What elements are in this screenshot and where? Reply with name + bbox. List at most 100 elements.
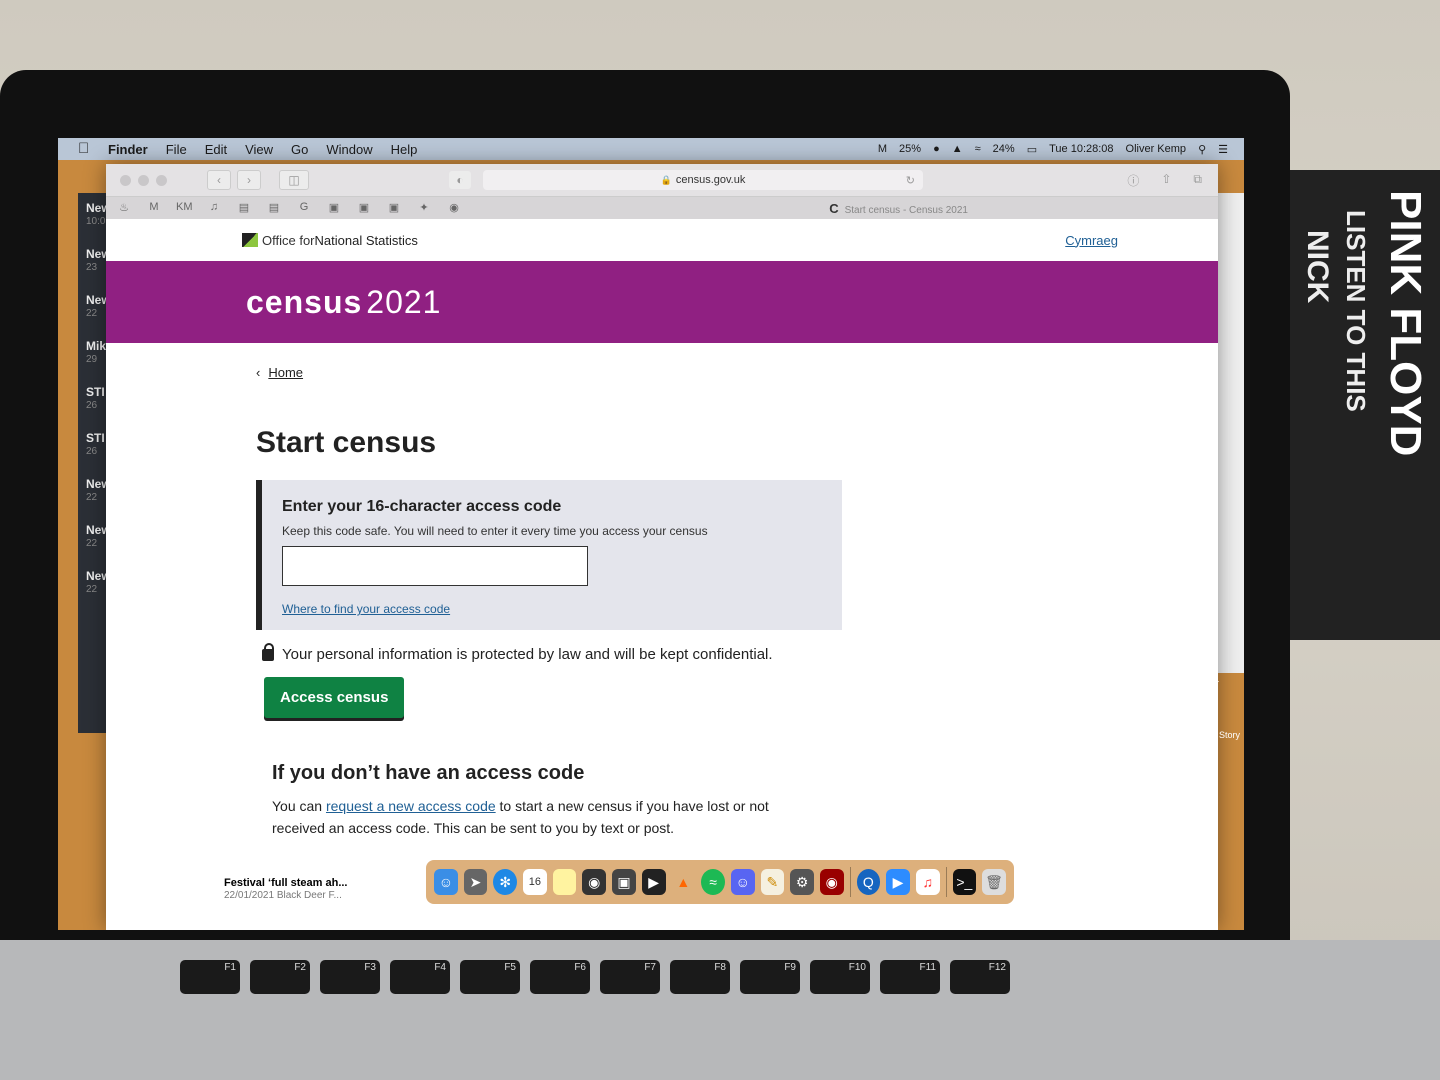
plus-bookmark-icon[interactable]: ▣ <box>386 201 402 215</box>
book-spine: NICK <box>1301 230 1334 304</box>
close-button[interactable] <box>120 174 131 186</box>
key: F3 <box>320 960 380 994</box>
plus-bookmark-icon[interactable]: ▣ <box>326 201 342 215</box>
desktop-file-label[interactable]: bin lorry.MOV <box>1138 790 1192 800</box>
mac-menubar:  Finder File Edit View Go Window Help M… <box>58 138 1244 160</box>
key: F6 <box>530 960 590 994</box>
user-name[interactable]: Oliver Kemp <box>1126 143 1187 155</box>
menu-help[interactable]: Help <box>391 142 418 157</box>
menu-edit[interactable]: Edit <box>205 142 227 157</box>
menu-view[interactable]: View <box>245 142 273 157</box>
key: F5 <box>460 960 520 994</box>
no-code-paragraph: You can request a new access code to sta… <box>272 798 769 836</box>
desktop-file[interactable]: BODYCAM.mov <box>208 914 276 924</box>
voice-memos-background <box>1218 193 1244 673</box>
menu-finder[interactable]: Finder <box>108 142 148 157</box>
desktop-file-label[interactable]: Liam Doyle - Story Time <box>1166 730 1244 750</box>
desktop-folder-label[interactable]: SOCIAL <box>1186 674 1219 684</box>
safari-icon[interactable]: ✻ <box>493 869 518 895</box>
key: F7 <box>600 960 660 994</box>
finder-icon[interactable]: ☺ <box>434 869 458 895</box>
privacy-shield-icon[interactable]: ◐ <box>449 171 471 189</box>
access-code-label: Enter your 16-character access code <box>282 498 562 515</box>
cpu-monitor[interactable]: 25% <box>899 143 921 155</box>
spotify-icon[interactable]: ≈ <box>701 869 725 895</box>
trash-icon[interactable]: 🗑 <box>982 869 1006 895</box>
find-access-code-link[interactable]: Where to find your access code <box>282 602 822 616</box>
tab-title[interactable]: C Start census - Census 2021 <box>829 201 968 216</box>
podcast-bookmark-icon[interactable]: ♫ <box>206 201 222 215</box>
vpn-icon[interactable]: ● <box>933 143 940 155</box>
reload-icon[interactable]: ↻ <box>906 174 915 187</box>
slack-bookmark-icon[interactable]: ✦ <box>416 201 432 215</box>
forward-button[interactable]: › <box>237 170 261 190</box>
zoom-icon[interactable]: ▶ <box>886 869 910 895</box>
book-spine: PINK FLOYD <box>1381 190 1430 457</box>
terminal-icon[interactable]: >_ <box>952 869 977 895</box>
plus-bookmark-icon[interactable]: ▣ <box>356 201 372 215</box>
image-capture-icon[interactable]: ▣ <box>612 869 636 895</box>
ons-logo-icon <box>242 233 258 247</box>
menu-window[interactable]: Window <box>326 142 372 157</box>
key: F12 <box>950 960 1010 994</box>
calendar-icon[interactable]: 16 <box>523 869 547 895</box>
camera-bookmark-icon[interactable]: ◉ <box>446 201 462 215</box>
launchpad-icon[interactable]: ➤ <box>463 869 488 895</box>
safari-window: ‹ › ◫ ◐ 🔒 census.gov.uk ↻ ⓘ ⇧ ⧉ ♨ M KM ♫… <box>106 164 1218 930</box>
access-code-panel: Enter your 16-character access code Keep… <box>256 480 842 630</box>
docs-bookmark-icon[interactable]: ▤ <box>236 201 252 215</box>
notes-icon[interactable] <box>552 869 577 895</box>
clock[interactable]: Tue 10:28:08 <box>1049 143 1113 155</box>
discord-icon[interactable]: ☺ <box>730 869 755 895</box>
wifi-icon[interactable]: ≈ <box>975 143 981 155</box>
back-button[interactable]: ‹ <box>207 170 231 190</box>
dock-separator <box>849 867 851 897</box>
key: F11 <box>880 960 940 994</box>
music-icon[interactable]: ♫ <box>915 869 940 895</box>
minimize-button[interactable] <box>138 174 149 186</box>
census-banner: census 2021 <box>106 261 1218 343</box>
news-notification-widget[interactable]: Festival ‘full steam ah... 22/01/2021 Bl… <box>218 873 438 915</box>
sidebar-toggle-icon[interactable]: ◫ <box>279 170 309 190</box>
info-icon[interactable]: ⓘ <box>1127 172 1139 189</box>
breadcrumb-home-link[interactable]: Home <box>268 365 303 380</box>
toolbar-right: ⓘ ⇧ ⧉ <box>1127 172 1202 189</box>
battery-percent[interactable]: 24% <box>993 143 1015 155</box>
address-bar[interactable]: 🔒 census.gov.uk ↻ <box>483 170 923 190</box>
photo-booth-icon[interactable]: ◉ <box>819 869 844 895</box>
lock-icon: 🔒 <box>660 174 672 185</box>
language-link-welsh[interactable]: Cymraeg <box>1065 233 1118 248</box>
google-bookmark-icon[interactable]: G <box>296 201 312 215</box>
tabs-icon[interactable]: ⧉ <box>1193 172 1202 189</box>
access-code-input[interactable] <box>282 546 588 586</box>
apple-icon[interactable]:  <box>78 141 94 157</box>
menu-go[interactable]: Go <box>291 142 308 157</box>
census-2021-logo[interactable]: census 2021 <box>246 284 441 321</box>
system-preferences-icon[interactable]: ⚙ <box>790 869 814 895</box>
key: F8 <box>670 960 730 994</box>
key: F4 <box>390 960 450 994</box>
spotlight-icon[interactable]: ⚲ <box>1198 143 1206 156</box>
access-census-button[interactable]: Access census <box>264 677 405 718</box>
final-cut-icon[interactable]: ▶ <box>641 869 666 895</box>
chevron-left-icon: ‹ <box>256 365 261 380</box>
menu-file[interactable]: File <box>166 142 187 157</box>
share-icon[interactable]: ⇧ <box>1161 172 1171 189</box>
malwarebytes-icon[interactable]: M <box>878 143 887 155</box>
evernote-icon[interactable]: ▲ <box>952 143 963 155</box>
request-new-code-link[interactable]: request a new access code <box>326 798 496 814</box>
dock-separator <box>945 867 947 897</box>
gmail-bookmark-icon[interactable]: M <box>146 201 162 215</box>
km-bookmark-icon[interactable]: KM <box>176 201 193 215</box>
notification-center-icon[interactable]: ☰ <box>1218 143 1228 156</box>
zoom-button[interactable] <box>156 174 167 186</box>
battery-icon[interactable]: ▭ <box>1027 143 1037 156</box>
breadcrumb: ‹ Home <box>256 365 1218 380</box>
favorite-bookmark-icon[interactable]: ♨ <box>116 201 132 215</box>
disk-utility-icon[interactable]: ◉ <box>582 869 607 895</box>
docs-bookmark-icon[interactable]: ▤ <box>266 201 282 215</box>
quicktime-icon[interactable]: Q <box>856 869 881 895</box>
vlc-icon[interactable]: ▲ <box>672 869 696 895</box>
pages-icon[interactable]: ✎ <box>760 869 785 895</box>
ons-logo[interactable]: Office for National Statistics <box>242 233 418 248</box>
